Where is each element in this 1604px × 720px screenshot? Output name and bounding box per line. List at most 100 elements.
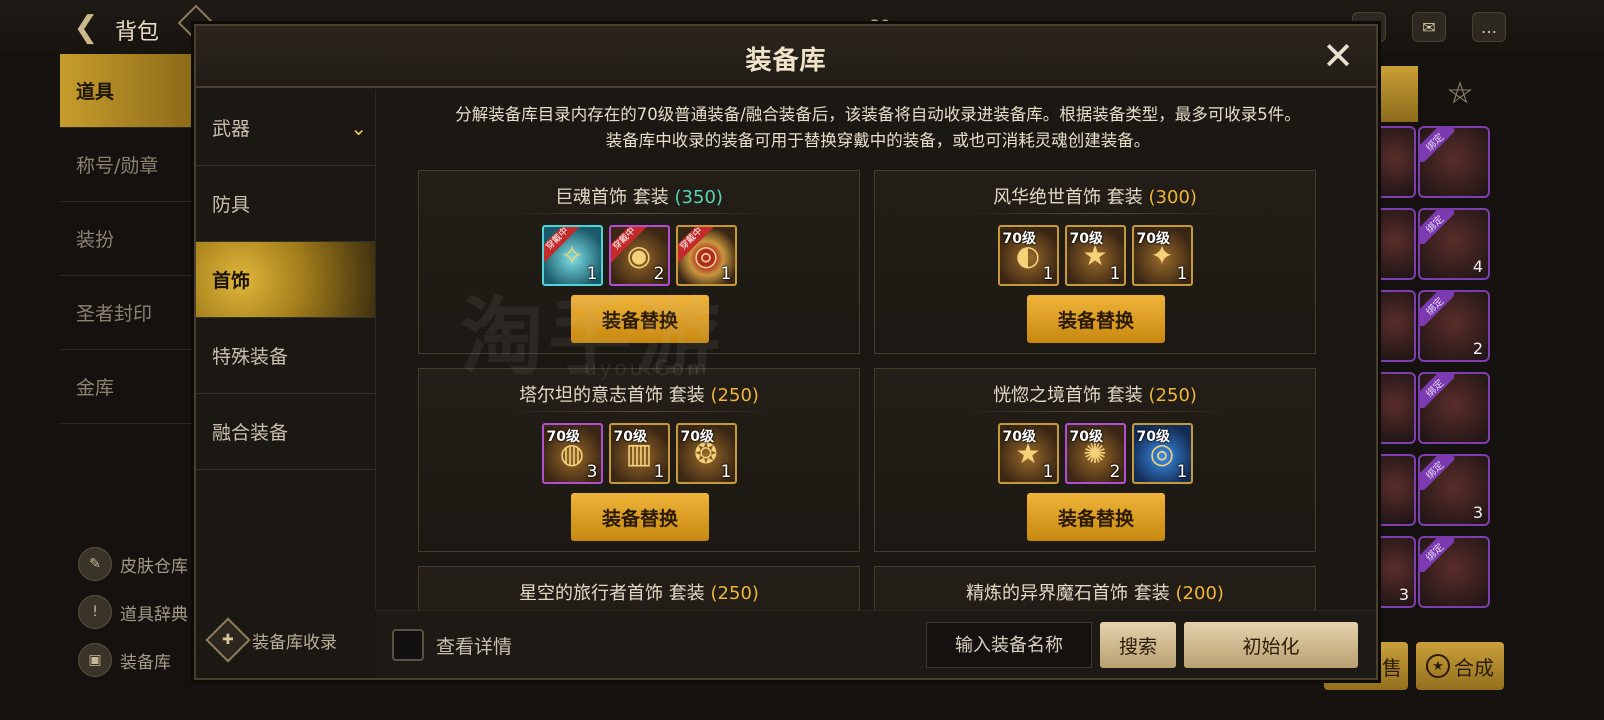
category-label: 首饰	[212, 270, 251, 292]
bind-badge: 绑定	[1418, 208, 1454, 244]
sell-label: 售	[1382, 655, 1402, 680]
equipment-search-input[interactable]	[926, 622, 1092, 668]
inventory-slot[interactable]	[1376, 372, 1416, 444]
set-card-title: 巨魂首饰 套装 (350)	[419, 183, 859, 209]
mail-icon[interactable]: ✉	[1412, 12, 1446, 42]
category-special[interactable]: 特殊装备	[196, 318, 375, 394]
inventory-grid: ⛤ 绑定 绑定 4 绑定 2 绑定 绑定 3 3 绑定	[1376, 60, 1604, 660]
item-dictionary-label: 道具辞典	[120, 604, 188, 625]
brush-icon: ✎	[78, 547, 112, 581]
inventory-tab-active[interactable]	[1376, 66, 1418, 122]
skin-storage-link[interactable]: ✎ 皮肤仓库	[78, 540, 188, 588]
slot-count: 3	[1398, 585, 1409, 604]
equipment-item[interactable]: ✺ 70级 2	[1064, 423, 1126, 484]
slot-count: 2	[1472, 339, 1483, 358]
item-level: 70级	[1002, 231, 1036, 247]
equipment-vault-link[interactable]: ▣ 装备库	[78, 636, 188, 684]
item-level: 70级	[1069, 429, 1103, 445]
category-label: 融合装备	[212, 422, 289, 444]
category-weapon[interactable]: 武器 ⌄	[196, 90, 375, 166]
set-name: 巨魂首饰	[555, 187, 628, 208]
equipment-item[interactable]: ▥ 70级 1	[608, 423, 670, 484]
bag-title: 背包	[115, 20, 160, 45]
view-details-toggle[interactable]: 查看详情	[392, 629, 512, 661]
set-card-title: 精炼的异界魔石首饰 套装 (200)	[875, 579, 1315, 605]
set-points: (300)	[1148, 187, 1197, 208]
combine-button[interactable]: ★ 合成	[1416, 642, 1504, 690]
equipment-item[interactable]: ◍ 70级 3	[541, 423, 603, 484]
equipment-item[interactable]: ★ 70级 1	[1064, 225, 1126, 286]
view-details-label: 查看详情	[436, 635, 513, 658]
bag-nav-costume[interactable]: 装扮	[60, 202, 196, 276]
library-collection-button[interactable]: ✚ 装备库收录	[205, 617, 337, 663]
item-qty: 3	[586, 462, 598, 482]
equipment-item[interactable]: ◎ 70级 1	[1131, 423, 1193, 484]
set-name: 星空的旅行者首饰	[519, 583, 664, 604]
equipment-item[interactable]: ❂ 70级 1	[675, 423, 737, 484]
notice-line-2: 装备库中收录的装备可用于替换穿戴中的装备，或也可消耗灵魂创建装备。	[605, 131, 1151, 150]
dialog-footer: 查看详情 搜索 初始化	[376, 610, 1376, 678]
set-word: 套装	[632, 187, 669, 208]
set-card-title: 星空的旅行者首饰 套装 (250)	[419, 579, 859, 605]
item-qty: 1	[1176, 264, 1188, 284]
inventory-slot[interactable]: 绑定	[1418, 372, 1490, 444]
item-level: 70级	[1002, 429, 1036, 445]
inventory-slot[interactable]: 绑定 4	[1418, 208, 1490, 280]
bag-nav-titles[interactable]: 称号/勋章	[60, 128, 196, 202]
item-dictionary-link[interactable]: ! 道具辞典	[78, 588, 188, 636]
slot-count: 4	[1472, 257, 1483, 276]
set-points: (250)	[710, 583, 759, 604]
inventory-slot[interactable]	[1376, 126, 1416, 198]
set-word: 套装	[668, 583, 705, 604]
inventory-slot[interactable]: 绑定 3	[1418, 454, 1490, 526]
set-name: 风华绝世首饰	[993, 187, 1102, 208]
bag-nav-items[interactable]: 道具	[60, 54, 196, 128]
equipment-item[interactable]: ◐ 70级 1	[997, 225, 1059, 286]
inventory-slot[interactable]: 绑定	[1418, 536, 1490, 608]
equipment-item[interactable]: ✦ 70级 1	[1131, 225, 1193, 286]
set-card-title: 风华绝世首饰 套装 (300)	[875, 183, 1315, 209]
bag-nav-vault[interactable]: 金库	[60, 350, 196, 424]
item-level: 70级	[613, 429, 647, 445]
reset-button[interactable]: 初始化	[1184, 622, 1358, 668]
replace-equipment-button[interactable]: 装备替换	[571, 493, 709, 541]
notice-line-1: 分解装备库目录内存在的70级普通装备/融合装备后，该装备将自动收录进装备库。根据…	[455, 105, 1301, 124]
pentagram-icon[interactable]: ⛤	[1440, 74, 1480, 114]
set-word: 套装	[1133, 583, 1170, 604]
collection-icon: ✚	[205, 617, 251, 663]
inventory-slot[interactable]	[1376, 454, 1416, 526]
bind-badge: 绑定	[1418, 372, 1454, 408]
set-word: 套装	[1106, 187, 1143, 208]
category-armor[interactable]: 防具	[196, 166, 375, 242]
set-word: 套装	[1106, 385, 1143, 406]
chat-icon[interactable]: …	[1472, 12, 1506, 42]
star-icon: ★	[1426, 654, 1450, 678]
inventory-slot[interactable]	[1376, 290, 1416, 362]
set-name: 精炼的异界魔石首饰	[966, 583, 1129, 604]
slot-count: 3	[1472, 503, 1483, 522]
close-icon[interactable]: ✕	[1318, 37, 1358, 78]
inventory-slot[interactable]: 3	[1376, 536, 1416, 608]
dialog-title: 装备库	[745, 46, 827, 76]
category-fusion[interactable]: 融合装备	[196, 394, 375, 470]
set-card: 风华绝世首饰 套装 (300) ◐ 70级 1 ★ 70级 1 ✦ 70级 1 …	[874, 170, 1316, 354]
item-level: 70级	[1069, 231, 1103, 247]
item-qty: 1	[720, 462, 732, 482]
inventory-slot[interactable]	[1376, 208, 1416, 280]
replace-equipment-button[interactable]: 装备替换	[1027, 295, 1165, 343]
search-button[interactable]: 搜索	[1100, 622, 1176, 668]
bag-nav-seal[interactable]: 圣者封印	[60, 276, 196, 350]
replace-equipment-button[interactable]: 装备替换	[1027, 493, 1165, 541]
inventory-slot[interactable]: 绑定 2	[1418, 290, 1490, 362]
set-card: 精炼的异界魔石首饰 套装 (200)	[874, 566, 1316, 610]
watermark-subtext: uyou.Com	[584, 356, 710, 380]
equipment-item[interactable]: ★ 70级 1	[997, 423, 1059, 484]
item-qty: 1	[1042, 264, 1054, 284]
set-card-title: 恍惚之境首饰 套装 (250)	[875, 381, 1315, 407]
back-arrow-icon[interactable]: ❮	[68, 10, 104, 45]
view-details-checkbox[interactable]	[392, 629, 424, 661]
inventory-slot[interactable]: 绑定	[1418, 126, 1490, 198]
set-points: (200)	[1175, 583, 1224, 604]
equipment-vault-label: 装备库	[120, 652, 171, 673]
category-accessory[interactable]: 首饰	[196, 242, 375, 318]
